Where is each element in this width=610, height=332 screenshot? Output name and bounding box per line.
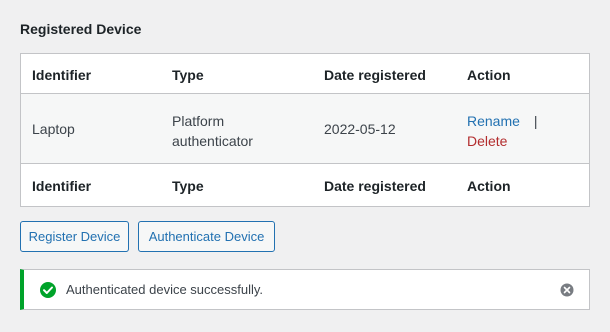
column-header-type: Type <box>172 67 204 83</box>
notice-message: Authenticated device successfully. <box>66 282 264 297</box>
success-notice: Authenticated device successfully. <box>20 269 590 310</box>
device-type: Platform authenticator <box>172 111 292 151</box>
action-separator: | <box>533 113 538 129</box>
delete-link[interactable]: Delete <box>467 133 507 149</box>
device-identifier: Laptop <box>32 121 75 137</box>
column-footer-type: Type <box>172 178 204 194</box>
device-date-registered: 2022-05-12 <box>324 121 396 137</box>
column-header-date-registered: Date registered <box>324 67 426 83</box>
column-footer-date-registered: Date registered <box>324 178 426 194</box>
column-footer-identifier: Identifier <box>32 178 92 194</box>
rename-link[interactable]: Rename <box>467 113 520 129</box>
device-actions: Rename | Delete <box>467 111 538 151</box>
column-footer-action: Action <box>467 178 511 194</box>
column-header-identifier: Identifier <box>32 67 92 83</box>
authenticate-device-button[interactable]: Authenticate Device <box>138 221 275 252</box>
devices-table: Identifier Type Date registered Action L… <box>20 53 590 207</box>
dismiss-icon[interactable] <box>560 283 574 297</box>
register-device-button[interactable]: Register Device <box>20 221 129 252</box>
column-header-action: Action <box>467 67 511 83</box>
device-type-line2: authenticator <box>172 133 253 149</box>
check-circle-icon <box>39 281 57 299</box>
device-type-line1: Platform <box>172 113 225 129</box>
table-row: Laptop Platform authenticator 2022-05-12… <box>21 94 589 164</box>
section-title: Registered Device <box>20 21 142 37</box>
table-footer-row: Identifier Type Date registered Action <box>21 164 589 206</box>
table-header-row: Identifier Type Date registered Action <box>21 54 589 94</box>
